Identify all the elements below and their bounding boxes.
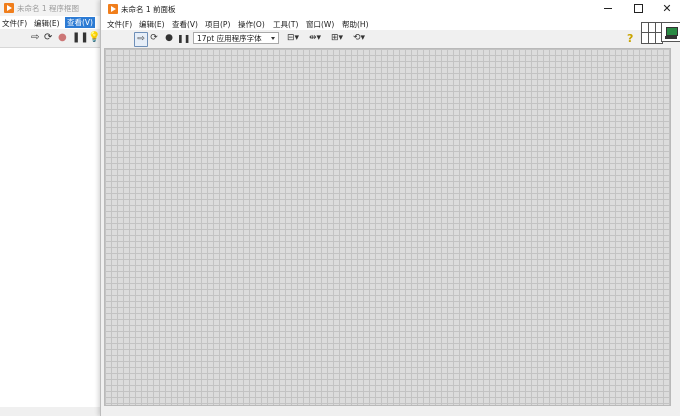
block-diagram-canvas[interactable] <box>0 48 100 407</box>
abort-icon[interactable]: ● <box>58 33 67 43</box>
block-diagram-title: 未命名 1 程序框图 <box>17 4 80 13</box>
front-panel-window: 未命名 1 前面板 ✕ 文件(F) 编辑(E) 查看(V) 项目(P) 操作(O… <box>100 0 680 416</box>
minimize-button[interactable] <box>593 0 623 17</box>
font-select-value: 17pt 应用程序字体 <box>197 34 262 43</box>
chevron-down-icon <box>271 37 275 40</box>
menu-edit[interactable]: 编辑(E) <box>139 19 165 30</box>
align-icon[interactable]: ⊟▾ <box>285 32 301 45</box>
maximize-button[interactable] <box>623 0 653 17</box>
block-diagram-menubar: 文件(F) 编辑(E) 查看(V) <box>0 16 104 29</box>
run-icon[interactable]: ⇨ <box>31 33 39 43</box>
resize-icon[interactable]: ⊞▾ <box>329 32 345 45</box>
front-panel-toolbar: ⇨ ⟳ ● ❚❚ 17pt 应用程序字体 ⊟▾ ⇹▾ ⊞▾ ⟲▾ ? <box>101 30 680 47</box>
bd-menu-view[interactable]: 查看(V) <box>65 17 95 28</box>
close-button[interactable]: ✕ <box>652 0 680 17</box>
front-panel-grid-canvas[interactable] <box>104 48 671 406</box>
front-panel-titlebar[interactable]: 未命名 1 前面板 ✕ <box>101 0 680 17</box>
menu-window[interactable]: 窗口(W) <box>306 19 334 30</box>
run-continuously-icon[interactable]: ⟳ <box>148 32 160 45</box>
bd-menu-file[interactable]: 文件(F) <box>2 18 27 29</box>
menu-tools[interactable]: 工具(T) <box>273 19 298 30</box>
abort-icon[interactable]: ● <box>163 32 175 45</box>
front-panel-title: 未命名 1 前面板 <box>121 5 176 14</box>
block-diagram-window: 未命名 1 程序框图 文件(F) 编辑(E) 查看(V) ⇨ ⟳ ● ❚❚ 💡 <box>0 0 104 416</box>
horizontal-scrollbar[interactable] <box>101 406 680 416</box>
font-select[interactable]: 17pt 应用程序字体 <box>193 32 279 44</box>
bd-menu-edit[interactable]: 编辑(E) <box>34 18 60 29</box>
monitor-icon <box>666 27 678 36</box>
vi-icon[interactable] <box>661 22 680 42</box>
menu-project[interactable]: 项目(P) <box>205 19 230 30</box>
pause-icon[interactable]: ❚❚ <box>72 33 89 43</box>
context-help-icon[interactable]: ? <box>627 32 633 45</box>
block-diagram-titlebar[interactable]: 未命名 1 程序框图 <box>0 0 104 16</box>
labview-logo-icon <box>108 4 118 14</box>
run-continuously-icon[interactable]: ⟳ <box>44 33 52 43</box>
pause-icon[interactable]: ❚❚ <box>177 32 190 45</box>
menu-view[interactable]: 查看(V) <box>172 19 198 30</box>
keyboard-icon <box>665 36 677 39</box>
run-icon[interactable]: ⇨ <box>134 32 148 47</box>
front-panel-menubar: 文件(F) 编辑(E) 查看(V) 项目(P) 操作(O) 工具(T) 窗口(W… <box>101 17 680 30</box>
highlight-execution-icon[interactable]: 💡 <box>88 33 100 43</box>
menu-operate[interactable]: 操作(O) <box>238 19 265 30</box>
menu-help[interactable]: 帮助(H) <box>342 19 369 30</box>
labview-logo-icon <box>4 3 14 13</box>
distribute-icon[interactable]: ⇹▾ <box>307 32 323 45</box>
menu-file[interactable]: 文件(F) <box>107 19 132 30</box>
block-diagram-toolbar: ⇨ ⟳ ● ❚❚ 💡 <box>0 29 104 48</box>
vertical-scrollbar[interactable] <box>671 48 680 406</box>
bd-horizontal-scrollbar[interactable] <box>0 407 104 416</box>
connector-pane[interactable] <box>641 22 663 44</box>
reorder-icon[interactable]: ⟲▾ <box>351 32 367 45</box>
